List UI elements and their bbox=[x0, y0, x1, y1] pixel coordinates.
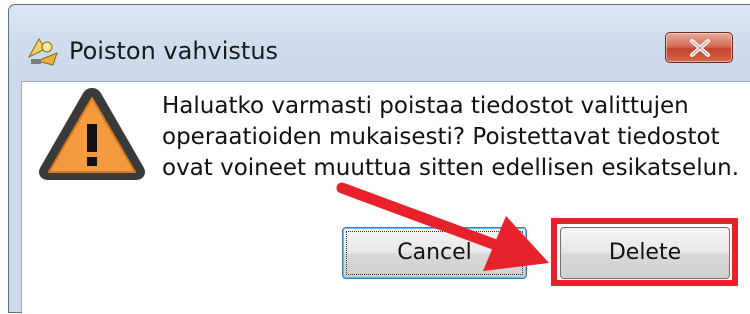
warning-icon bbox=[38, 88, 146, 180]
confirm-dialog: Poiston vahvistus Haluatko varmasti pois… bbox=[8, 4, 750, 314]
title-bar[interactable]: Poiston vahvistus bbox=[9, 5, 750, 81]
close-button[interactable] bbox=[665, 32, 733, 63]
message-line: Haluatko varmasti poistaa tiedostot vali… bbox=[162, 93, 689, 119]
dialog-bottom bbox=[21, 293, 750, 314]
dialog-body: Haluatko varmasti poistaa tiedostot vali… bbox=[21, 81, 750, 293]
message-line: operaatioiden mukaisesti? Poistettavat t… bbox=[162, 124, 720, 150]
app-icon bbox=[27, 38, 58, 66]
confirmation-message: Haluatko varmasti poistaa tiedostot vali… bbox=[162, 91, 750, 184]
window-title: Poiston vahvistus bbox=[69, 37, 279, 65]
message-line: ovat voineet muuttua sitten edellisen es… bbox=[162, 155, 740, 181]
cancel-button[interactable]: Cancel bbox=[342, 227, 527, 279]
delete-button[interactable]: Delete bbox=[560, 227, 730, 279]
close-icon bbox=[690, 39, 710, 57]
